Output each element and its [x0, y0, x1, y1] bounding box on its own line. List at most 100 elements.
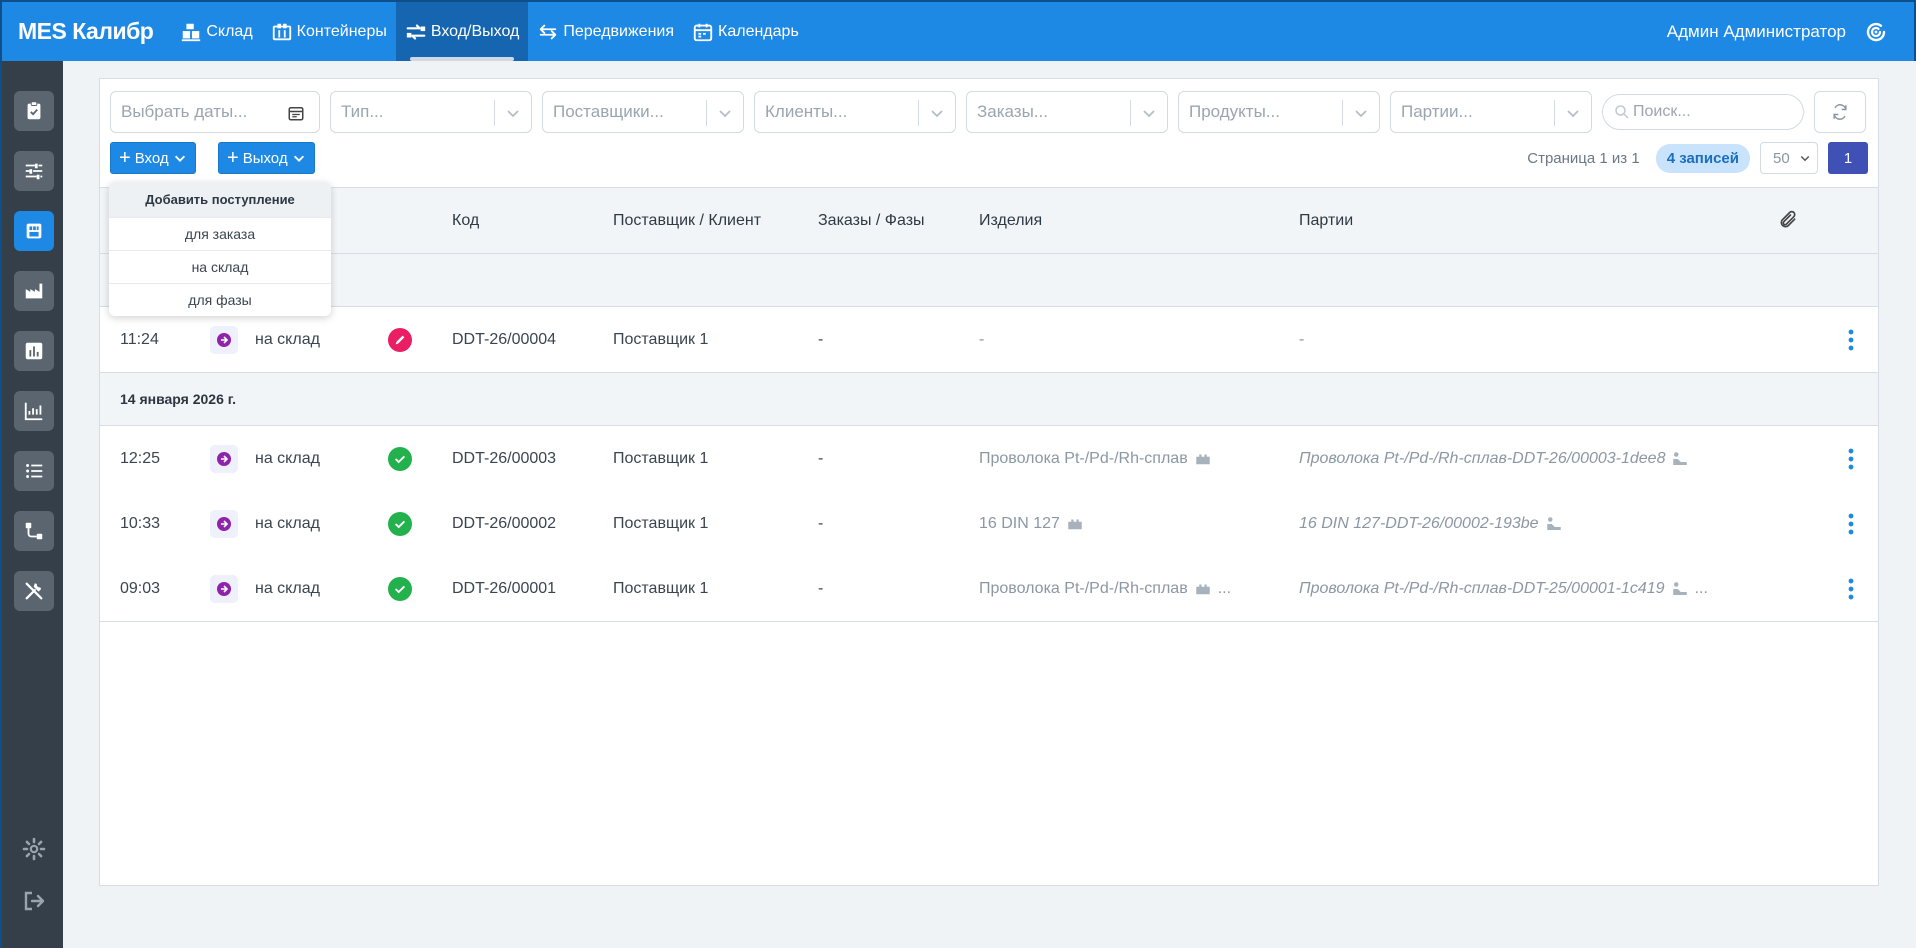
row-products[interactable]: 16 DIN 127	[979, 491, 1084, 557]
sidebar-item-logout[interactable]	[20, 887, 48, 915]
nav-item-label: Вход/Выход	[430, 22, 520, 40]
row-products: -	[979, 331, 985, 348]
row-code[interactable]: DDT-26/00002	[452, 491, 556, 557]
row-code[interactable]: DDT-26/00001	[452, 556, 556, 622]
more-vertical-icon[interactable]	[1848, 448, 1854, 470]
more-vertical-icon[interactable]	[1848, 578, 1854, 600]
product-icon	[1195, 584, 1210, 595]
dropdown-item-to-warehouse[interactable]: на склад	[109, 250, 331, 283]
direction-in-icon	[210, 575, 238, 603]
nav-item-containers[interactable]: Контейнеры	[262, 2, 396, 61]
products-more[interactable]: ...	[1218, 580, 1231, 598]
date-group-header: 14 января 2026 г.	[100, 373, 1878, 426]
add-in-button[interactable]: + Вход	[110, 142, 196, 174]
batches-placeholder: Партии...	[1401, 102, 1473, 121]
page-button-1[interactable]: 1	[1828, 142, 1868, 174]
table-header: Код Поставщик / Клиент Заказы / Фазы Изд…	[100, 187, 1878, 254]
sidebar-item-routes[interactable]	[14, 511, 54, 551]
refresh-icon	[1833, 104, 1847, 120]
suppliers-select[interactable]: Поставщики...	[542, 91, 744, 133]
page-info: Страница 1 из 1	[1527, 149, 1640, 167]
more-vertical-icon[interactable]	[1848, 329, 1854, 351]
table-row[interactable]: 09:03 на склад DDT-26/00001 Поставщик 1 …	[100, 556, 1878, 622]
nav-item-in-out[interactable]: Вход/Выход	[395, 2, 529, 61]
search-placeholder: Поиск...	[1633, 103, 1691, 120]
sidebar-item-warehouse[interactable]	[14, 211, 54, 251]
orders-select[interactable]: Заказы...	[966, 91, 1168, 133]
orders-placeholder: Заказы...	[977, 102, 1048, 121]
chevron-down-icon	[719, 110, 731, 118]
sidebar-item-production[interactable]	[14, 271, 54, 311]
sidebar-item-settings[interactable]	[20, 835, 48, 863]
calendar-icon	[288, 107, 304, 121]
row-orders: -	[818, 450, 824, 467]
row-code[interactable]: DDT-26/00003	[452, 426, 556, 492]
more-vertical-icon[interactable]	[1848, 513, 1854, 535]
dropdown-item-for-order[interactable]: для заказа	[109, 217, 331, 250]
type-select[interactable]: Тип...	[330, 91, 532, 133]
batch-icon	[1673, 452, 1688, 465]
table-row[interactable]: 12:25 на склад DDT-26/00003 Поставщик 1 …	[100, 426, 1878, 492]
product-icon	[1195, 454, 1210, 465]
col-batches[interactable]: Партии	[1299, 212, 1353, 230]
table-row[interactable]: 10:33 на склад DDT-26/00002 Поставщик 1 …	[100, 491, 1878, 557]
search-icon	[1615, 105, 1629, 119]
nav-item-warehouse[interactable]: Склад	[171, 2, 261, 61]
search-input[interactable]: Поиск...	[1602, 94, 1804, 130]
direction-in-icon	[210, 445, 238, 473]
sidebar-item-list[interactable]	[14, 451, 54, 491]
chevron-down-icon	[1355, 110, 1367, 118]
products-select[interactable]: Продукты...	[1178, 91, 1380, 133]
sidebar-item-balance[interactable]	[14, 151, 54, 191]
row-partner: Поставщик 1	[613, 331, 709, 348]
list-icon	[26, 464, 43, 478]
date-range-picker[interactable]: Выбрать даты...	[110, 91, 320, 133]
col-products[interactable]: Изделия	[979, 212, 1042, 230]
store-icon	[26, 223, 42, 239]
col-partner[interactable]: Поставщик / Клиент	[613, 212, 761, 230]
row-batches[interactable]: Проволока Pt-/Pd-/Rh-сплав-DDT-25/00001-…	[1299, 556, 1708, 622]
chevron-down-icon	[1143, 110, 1155, 118]
product-name: 16 DIN 127	[979, 515, 1060, 532]
plus-icon: +	[119, 147, 131, 169]
arrows-icon	[540, 24, 557, 39]
row-batches[interactable]: Проволока Pt-/Pd-/Rh-сплав-DDT-26/00003-…	[1299, 426, 1689, 492]
row-batches[interactable]: 16 DIN 127-DDT-26/00002-193be	[1299, 491, 1563, 557]
select-separator	[1130, 100, 1131, 126]
add-out-button[interactable]: + Выход	[218, 142, 315, 174]
row-products[interactable]: Проволока Pt-/Pd-/Rh-сплав	[979, 426, 1212, 492]
col-orders[interactable]: Заказы / Фазы	[818, 212, 925, 230]
sidebar-item-tools[interactable]	[14, 571, 54, 611]
table-row[interactable]: 11:24 на склад DDT-26/00004 Поставщик 1 …	[100, 307, 1878, 373]
nav-item-movements[interactable]: Передвижения	[528, 2, 683, 61]
sidebar-item-tasks[interactable]	[14, 91, 54, 131]
top-navbar: MES Калибр Склад Контейнеры Вход/Выход П…	[0, 0, 1916, 61]
user-menu[interactable]: Админ Администратор	[1667, 20, 1914, 44]
batches-select[interactable]: Партии...	[1390, 91, 1592, 133]
date-placeholder: Выбрать даты...	[121, 102, 248, 121]
batch-icon	[1546, 517, 1561, 530]
row-time: 10:33	[120, 515, 161, 532]
batches-more[interactable]: ...	[1695, 580, 1708, 598]
row-products[interactable]: Проволока Pt-/Pd-/Rh-сплав ...	[979, 556, 1231, 622]
nav-item-calendar[interactable]: Календарь	[683, 2, 808, 61]
sidebar	[0, 61, 63, 948]
sidebar-item-analytics[interactable]	[14, 391, 54, 431]
app-brand[interactable]: MES Калибр	[2, 18, 171, 45]
user-logo-icon[interactable]	[1864, 20, 1888, 44]
per-page-select[interactable]: 50	[1760, 142, 1818, 174]
check-status-icon	[388, 512, 412, 536]
dropdown-item-for-phase[interactable]: для фазы	[109, 283, 331, 316]
row-code[interactable]: DDT-26/00004	[452, 307, 556, 373]
row-type: на склад	[255, 331, 320, 348]
row-partner: Поставщик 1	[613, 515, 709, 532]
clients-select[interactable]: Клиенты...	[754, 91, 956, 133]
sidebar-item-reports[interactable]	[14, 331, 54, 371]
row-partner: Поставщик 1	[613, 580, 709, 597]
col-code[interactable]: Код	[452, 212, 479, 230]
chevron-down-icon	[1567, 110, 1579, 118]
row-direction	[210, 556, 238, 622]
chevron-down-icon	[293, 155, 304, 162]
user-name: Админ Администратор	[1666, 21, 1846, 41]
refresh-button[interactable]	[1814, 91, 1866, 133]
